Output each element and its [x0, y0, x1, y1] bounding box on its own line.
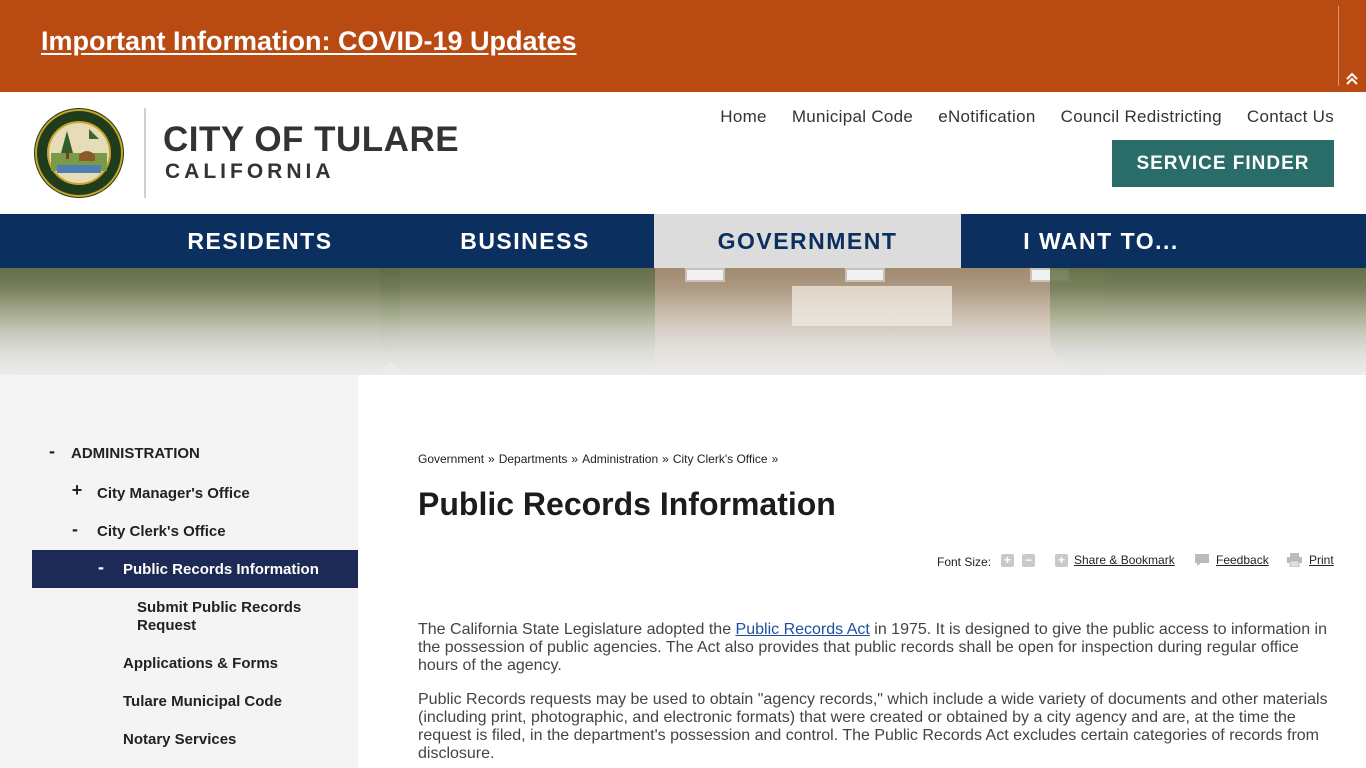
share-icon: +	[1055, 554, 1068, 567]
sidebar-item-tulare-municipal-code[interactable]: Tulare Municipal Code	[123, 693, 282, 710]
sidebar-item-submit-public-records-request[interactable]: Submit Public Records	[137, 599, 301, 616]
site-subtitle: CALIFORNIA	[165, 160, 335, 183]
alert-divider	[1338, 6, 1339, 86]
alert-bar: Important Information: COVID-19 Updates	[0, 0, 1366, 92]
breadcrumb-city-clerks-office[interactable]: City Clerk's Office	[673, 452, 768, 466]
nav-residents[interactable]: RESIDENTS	[130, 214, 390, 268]
nav-business[interactable]: BUSINESS	[395, 214, 655, 268]
utility-nav-contact-us[interactable]: Contact Us	[1247, 107, 1334, 127]
collapse-icon[interactable]: -	[94, 557, 108, 578]
font-decrease-button[interactable]: −	[1022, 554, 1035, 567]
sidebar-item-applications-forms[interactable]: Applications & Forms	[123, 655, 278, 672]
site-title[interactable]: CITY OF TULARE	[163, 120, 459, 160]
font-increase-button[interactable]: +	[1001, 554, 1014, 567]
sidebar-item-public-records-information[interactable]: Public Records Information	[123, 561, 319, 578]
content-paragraph-2: Public Records requests may be used to o…	[418, 691, 1328, 762]
banner-fade	[0, 268, 1366, 375]
share-bookmark-link[interactable]: Share & Bookmark	[1074, 553, 1175, 567]
main-nav: RESIDENTS BUSINESS GOVERNMENT I WANT TO.…	[0, 214, 1366, 268]
page-title: Public Records Information	[418, 486, 836, 522]
utility-nav-municipal-code[interactable]: Municipal Code	[792, 107, 913, 127]
utility-nav: Home Municipal Code eNotification Counci…	[720, 107, 1334, 127]
public-records-act-link[interactable]: Public Records Act	[736, 621, 870, 638]
breadcrumb-administration[interactable]: Administration	[582, 452, 658, 466]
utility-nav-home[interactable]: Home	[720, 107, 767, 127]
print-icon	[1287, 553, 1302, 567]
print-link[interactable]: Print	[1309, 553, 1334, 567]
utility-nav-enotification[interactable]: eNotification	[938, 107, 1035, 127]
covid-updates-link[interactable]: Important Information: COVID-19 Updates	[41, 26, 577, 57]
page-banner-image	[0, 268, 1366, 375]
utility-nav-council-redistricting[interactable]: Council Redistricting	[1061, 107, 1222, 127]
nav-i-want-to[interactable]: I WANT TO...	[961, 214, 1241, 268]
content-paragraph-1: The California State Legislature adopted…	[418, 621, 1327, 674]
breadcrumb-departments[interactable]: Departments	[499, 452, 568, 466]
sidebar-item-city-clerks-office[interactable]: City Clerk's Office	[97, 523, 226, 540]
double-chevron-up-icon[interactable]	[1343, 70, 1361, 88]
sidebar-item-submit-public-records-request-line2[interactable]: Request	[137, 617, 196, 634]
sidebar-item-notary-services[interactable]: Notary Services	[123, 731, 236, 748]
logo-divider	[144, 108, 146, 198]
expand-icon[interactable]: +	[70, 480, 84, 501]
breadcrumb-government[interactable]: Government	[418, 452, 484, 466]
feedback-link[interactable]: Feedback	[1216, 553, 1269, 567]
site-header: CITY OF TULARE CALIFORNIA Home Municipal…	[0, 92, 1366, 214]
breadcrumb: Government» Departments» Administration» Ci…	[418, 452, 779, 466]
sidebar-nav: - ADMINISTRATION + City Manager's Office…	[0, 375, 358, 768]
collapse-icon[interactable]: -	[45, 441, 59, 462]
city-seal-logo[interactable]	[33, 107, 125, 199]
font-size-label: Font Size:	[937, 555, 992, 569]
sidebar-item-administration[interactable]: ADMINISTRATION	[71, 445, 200, 462]
feedback-icon	[1195, 554, 1209, 566]
nav-government[interactable]: GOVERNMENT	[654, 214, 961, 268]
service-finder-button[interactable]: SERVICE FINDER	[1112, 140, 1334, 187]
collapse-icon[interactable]: -	[68, 519, 82, 540]
sidebar-item-city-managers-office[interactable]: City Manager's Office	[97, 485, 250, 502]
